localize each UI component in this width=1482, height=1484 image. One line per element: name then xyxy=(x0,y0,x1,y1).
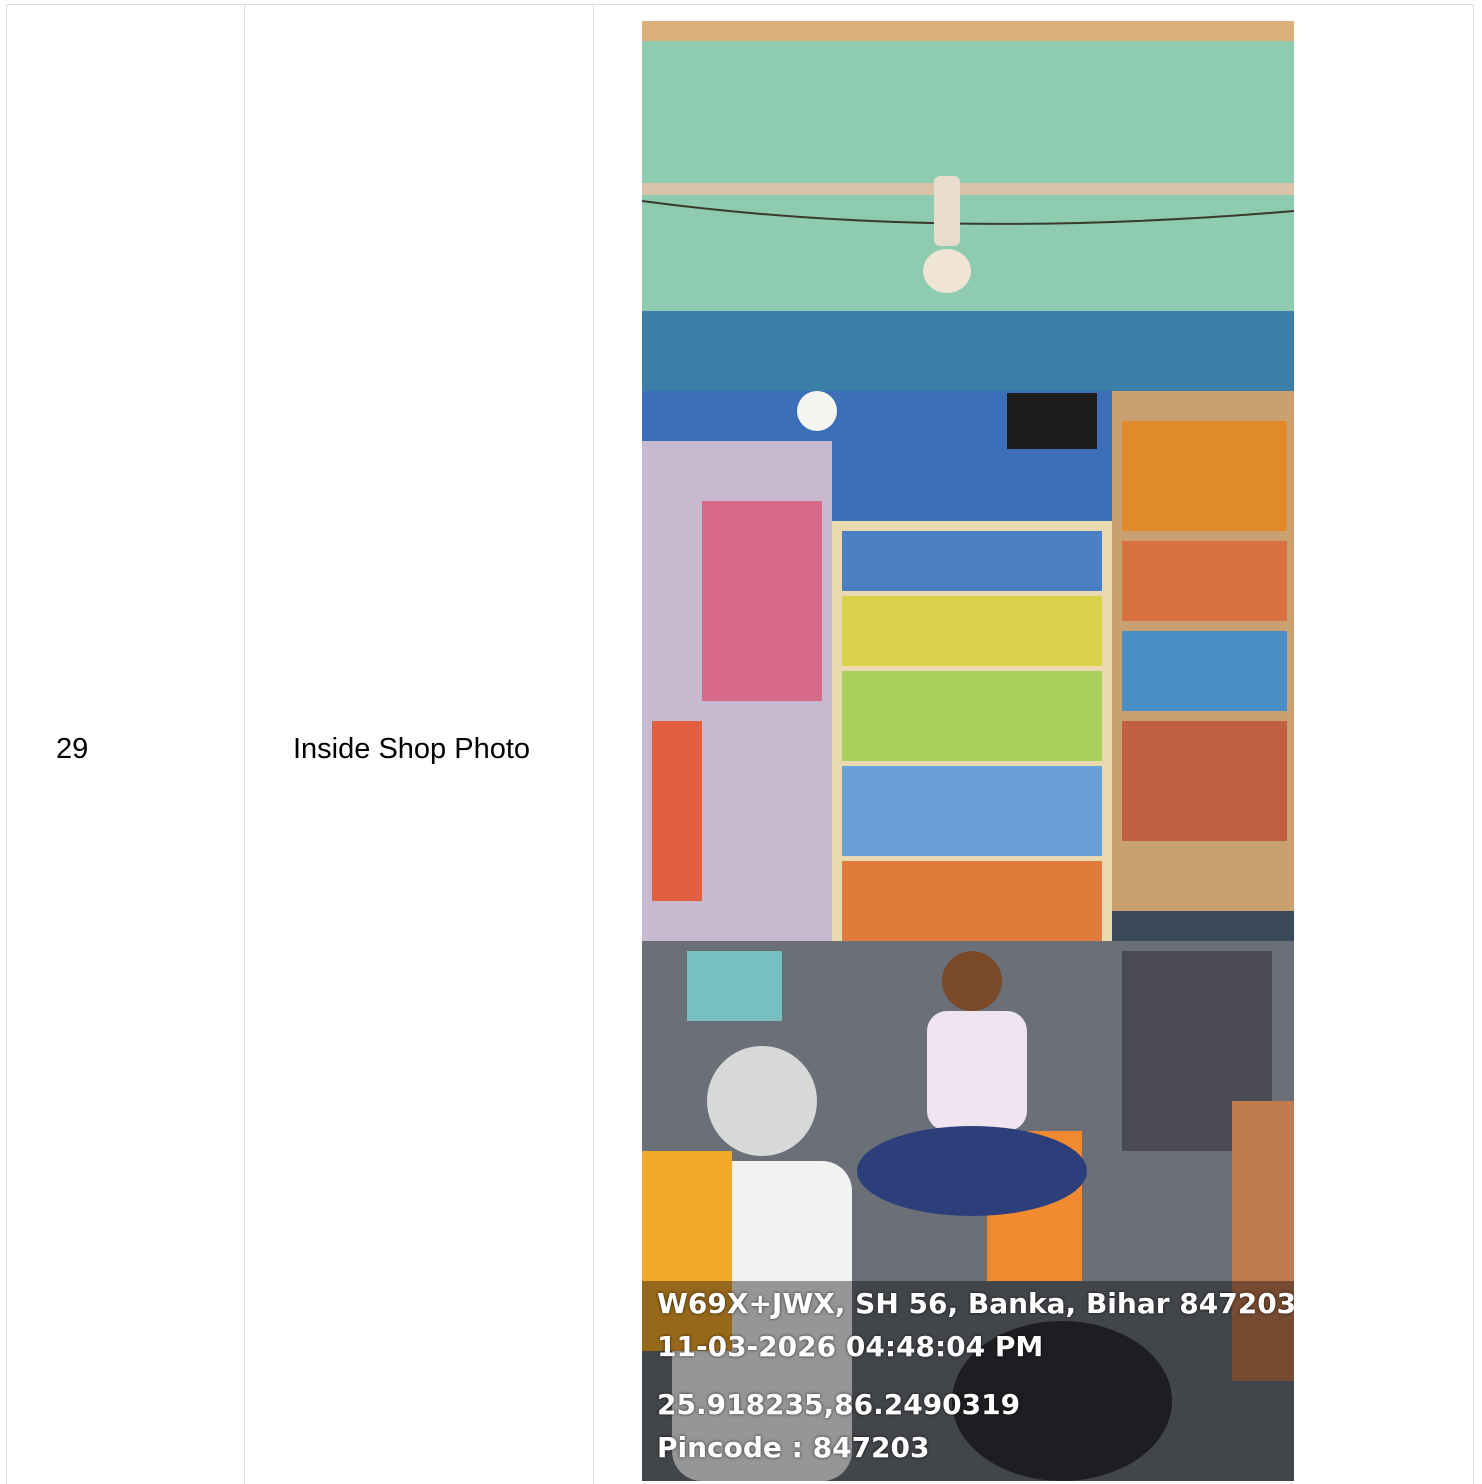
shop-scene-image xyxy=(642,21,1294,1481)
column-divider xyxy=(593,5,594,1484)
serial-number-cell: 29 xyxy=(56,733,89,765)
geotag-address: W69X+JWX, SH 56, Banka, Bihar 847203, ..… xyxy=(657,1287,1294,1320)
photo-label-cell: Inside Shop Photo xyxy=(293,733,531,765)
geotag-datetime: 11-03-2026 04:48:04 PM xyxy=(657,1330,1044,1363)
column-divider xyxy=(244,5,245,1484)
geotag-coordinates: 25.918235,86.2490319 xyxy=(657,1388,1021,1421)
shop-interior-photo: W69X+JWX, SH 56, Banka, Bihar 847203, ..… xyxy=(642,21,1294,1481)
geotag-pincode: Pincode : 847203 xyxy=(657,1431,930,1464)
